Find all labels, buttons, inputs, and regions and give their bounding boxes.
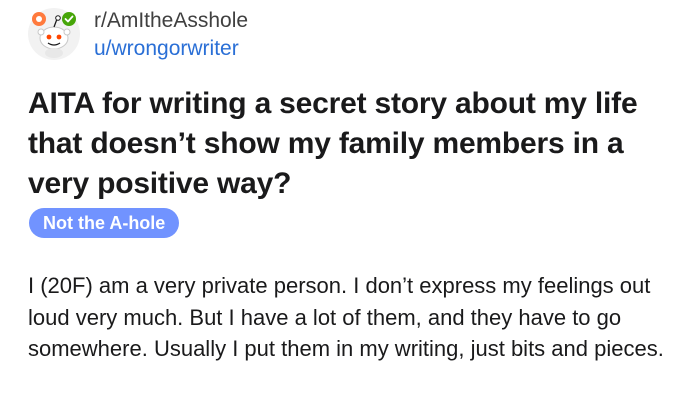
reddit-post: r/AmItheAsshole u/wrongorwriter AITA for… — [0, 0, 700, 402]
post-meta: r/AmItheAsshole u/wrongorwriter — [94, 8, 248, 62]
snoo-avatar-icon[interactable] — [28, 8, 80, 60]
username-link[interactable]: u/wrongorwriter — [94, 36, 248, 62]
post-title[interactable]: AITA for writing a secret story about my… — [28, 84, 678, 204]
post-body-text: I (20F) am a very private person. I don’… — [28, 273, 664, 361]
subreddit-link[interactable]: r/AmItheAsshole — [94, 8, 248, 34]
post-header: r/AmItheAsshole u/wrongorwriter — [28, 8, 248, 62]
post-flair-badge[interactable]: Not the A-hole — [29, 208, 180, 238]
